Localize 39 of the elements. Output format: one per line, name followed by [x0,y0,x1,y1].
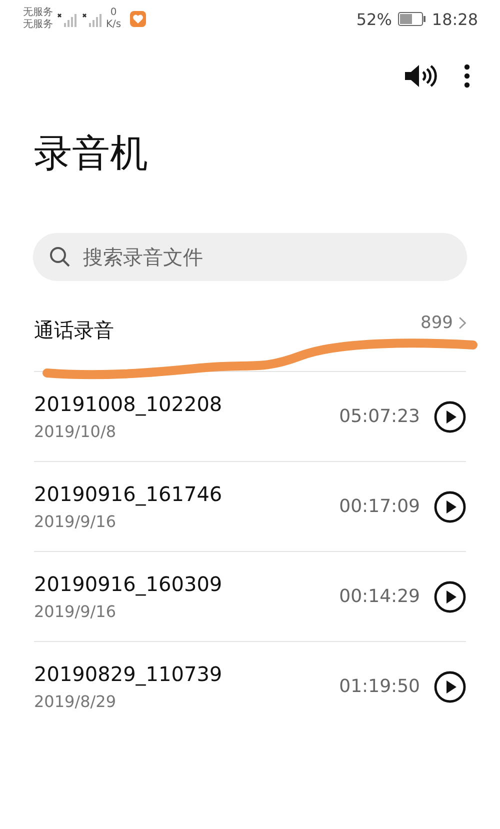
recording-name: 20190916_160309 [34,572,222,596]
play-button[interactable] [434,670,466,702]
network-speed: 0 [110,7,117,19]
chevron-right-icon [459,317,466,329]
page-title: 录音机 [34,130,149,177]
play-button[interactable] [434,400,466,432]
speaker-icon[interactable] [404,64,438,88]
carrier-text: 无服务 [23,19,53,31]
recording-row[interactable]: 20190916_161746 2019/9/16 00:17:09 [34,461,466,551]
search-field[interactable]: 搜索录音文件 [81,244,451,270]
clock-time: 18:28 [432,10,478,28]
recording-date: 2019/10/8 [34,422,118,441]
network-speed-unit: K/s [106,19,122,31]
signal-icon [81,11,103,27]
recording-row[interactable]: 20190829_110739 2019/8/29 01:19:50 [34,641,466,731]
play-button[interactable] [434,580,466,612]
search-bar[interactable]: 搜索录音文件 [33,233,467,281]
recording-date: 2019/8/29 [34,692,118,711]
play-button[interactable] [434,490,466,522]
more-options-icon[interactable] [464,64,470,88]
recording-duration: 00:14:29 [339,586,420,607]
recording-name: 20190829_110739 [34,662,222,686]
recording-row[interactable]: 20191008_102208 2019/10/8 05:07:23 [34,371,466,461]
search-icon [49,246,71,268]
recording-duration: 00:17:09 [339,496,420,517]
battery-icon [398,12,426,26]
call-recordings-label[interactable]: 通话录音 [34,317,114,344]
recording-name: 20191008_102208 [34,392,222,416]
recording-row[interactable]: 20190916_160309 2019/9/16 00:14:29 [34,551,466,641]
recording-date: 2019/9/16 [34,602,118,621]
recording-duration: 01:19:50 [339,676,420,697]
recording-duration: 05:07:23 [339,406,420,427]
recording-count: 899 [420,313,453,333]
recording-date: 2019/9/16 [34,512,118,531]
carrier-text: 无服务 [23,7,53,19]
recording-name: 20190916_161746 [34,482,222,506]
battery-percent: 52% [356,10,392,28]
heart-app-icon [130,11,146,27]
signal-icon [56,11,78,27]
